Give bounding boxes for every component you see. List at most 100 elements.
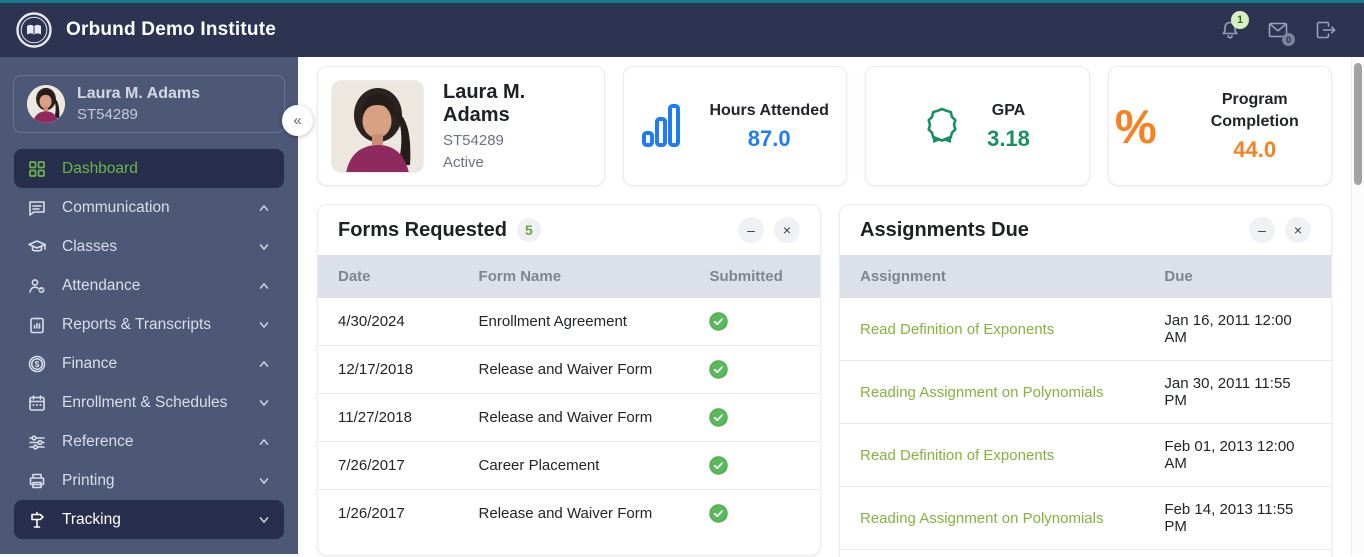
assignment-due: Jan 22, 2014 12:00 AM — [1144, 549, 1331, 557]
student-name: Laura M. Adams — [443, 81, 526, 126]
calendar-icon — [27, 393, 47, 413]
sidebar-item-attendance[interactable]: Attendance — [14, 266, 284, 305]
messages-envelope-icon[interactable]: 0 — [1266, 18, 1295, 46]
sidebar-item-label: Communication — [62, 198, 170, 216]
minimize-button[interactable]: – — [738, 217, 764, 243]
sidebar-item-reports-transcripts[interactable]: Reports & Transcripts — [14, 305, 284, 344]
sidebar-item-communication[interactable]: Communication — [14, 188, 284, 227]
sidebar-item-reference[interactable]: Reference — [14, 422, 284, 461]
table-row: Read Definition of Exponents Jan 16, 201… — [840, 298, 1331, 361]
signpost-icon — [27, 510, 47, 530]
sidebar-item-classes[interactable]: Classes — [14, 227, 284, 266]
form-date: 12/17/2018 — [318, 345, 459, 394]
assignment-due: Feb 01, 2013 12:00 AM — [1144, 423, 1331, 487]
check-circle-icon — [709, 360, 729, 379]
sidebar-item-label: Enrollment & Schedules — [62, 393, 228, 411]
close-button[interactable]: × — [1285, 217, 1311, 243]
scrollbar-track[interactable] — [1351, 57, 1364, 554]
stat-label: Hours Attended — [709, 102, 829, 120]
sidebar-item-label: Printing — [62, 471, 115, 489]
column-header-due: Due — [1144, 255, 1331, 298]
sidebar-item-label: Reports & Transcripts — [62, 315, 212, 333]
user-avatar — [27, 85, 65, 123]
chevron-down-icon — [257, 513, 271, 527]
chevron-up-icon — [257, 435, 271, 449]
stat-value: 44.0 — [1233, 136, 1277, 162]
institute-logo-icon — [16, 12, 52, 48]
sidebar-item-tracking[interactable]: Tracking — [14, 500, 284, 539]
assignment-link[interactable]: Read Definition of Exponents — [840, 549, 1145, 557]
table-row: 4/30/2024 Enrollment Agreement — [318, 298, 820, 346]
stats-row: Laura M. Adams ST54289 Active Hours Atte… — [317, 66, 1332, 186]
minimize-button[interactable]: – — [1249, 217, 1275, 243]
chevron-down-icon — [257, 318, 271, 332]
gpa-card: GPA 3.18 — [865, 66, 1090, 186]
sidebar-item-dashboard[interactable]: Dashboard — [14, 149, 284, 188]
table-row: Reading Assignment on Polynomials Feb 14… — [840, 486, 1331, 550]
sidebar-item-label: Tracking — [62, 510, 121, 528]
notifications-bell-icon[interactable]: 1 — [1218, 11, 1249, 42]
grid-icon — [27, 159, 47, 179]
notification-count-badge: 1 — [1231, 11, 1249, 29]
assignment-link[interactable]: Read Definition of Exponents — [840, 298, 1144, 361]
table-row: Read Definition of Exponents Feb 01, 201… — [840, 423, 1331, 487]
chevron-down-icon — [257, 240, 271, 254]
stat-value: 87.0 — [747, 125, 791, 151]
sidebar-collapse-button[interactable]: « — [282, 105, 313, 136]
stat-label: GPA — [991, 102, 1026, 120]
sliders-icon — [27, 432, 47, 452]
mail-count-badge: 0 — [1282, 33, 1295, 46]
assignment-link[interactable]: Read Definition of Exponents — [840, 423, 1145, 487]
assignments-due-panel: Assignments Due – × Assignment Due Read … — [839, 204, 1332, 557]
chevron-up-icon — [257, 201, 271, 215]
student-photo — [331, 79, 424, 173]
assignment-due: Feb 14, 2013 11:55 PM — [1144, 486, 1331, 550]
student-summary-card: Laura M. Adams ST54289 Active — [317, 66, 605, 186]
graduation-cap-icon — [27, 237, 47, 257]
student-status: Active — [443, 154, 484, 171]
column-header-assignment: Assignment — [840, 255, 1145, 298]
table-row: Read Definition of Exponents Jan 22, 201… — [840, 549, 1331, 557]
scrollbar-thumb[interactable] — [1354, 63, 1362, 185]
percent-icon: % — [1114, 99, 1157, 153]
form-name: Release and Waiver Form — [458, 489, 690, 537]
check-circle-icon — [709, 408, 729, 427]
sidebar-item-label: Classes — [62, 237, 118, 255]
sidebar-item-enrollment-schedules[interactable]: Enrollment & Schedules — [14, 383, 284, 422]
chat-bubble-icon — [27, 198, 47, 218]
forms-count-badge: 5 — [516, 218, 541, 242]
logout-icon[interactable] — [1314, 18, 1338, 42]
sidebar: Laura M. Adams ST54289 Dashboard Communi… — [0, 57, 298, 554]
stat-label: Program Completion — [1210, 91, 1299, 130]
close-button[interactable]: × — [774, 217, 800, 243]
sidebar-user-card[interactable]: Laura M. Adams ST54289 — [13, 75, 285, 133]
check-circle-icon — [709, 312, 729, 331]
assignment-link[interactable]: Reading Assignment on Polynomials — [840, 486, 1145, 550]
award-ribbon-icon — [925, 107, 959, 145]
panel-title: Forms Requested — [338, 218, 507, 241]
forms-requested-panel: Forms Requested 5 – × Date Form Name Sub… — [317, 204, 821, 556]
chevron-up-icon — [257, 357, 271, 371]
panel-title: Assignments Due — [860, 218, 1029, 241]
table-row: Reading Assignment on Polynomials Jan 30… — [840, 360, 1331, 424]
hours-attended-card: Hours Attended 87.0 — [623, 66, 848, 186]
form-date: 1/26/2017 — [318, 489, 459, 537]
sidebar-item-finance[interactable]: $ Finance — [14, 344, 284, 383]
person-check-icon — [27, 276, 47, 296]
form-name: Release and Waiver Form — [458, 345, 690, 394]
topbar: Orbund Demo Institute 1 0 — [0, 0, 1364, 57]
assignment-link[interactable]: Reading Assignment on Polynomials — [840, 360, 1145, 424]
sidebar-item-printing[interactable]: Printing — [14, 461, 284, 500]
table-row: 12/17/2018 Release and Waiver Form — [318, 345, 820, 394]
sidebar-menu: Dashboard Communication Classes Attendan… — [0, 149, 298, 539]
sidebar-item-label: Dashboard — [62, 159, 138, 177]
main-content: « Laura M. Adams ST54289 Active Hours At… — [282, 57, 1364, 557]
form-date: 11/27/2018 — [318, 393, 459, 442]
assignment-due: Jan 16, 2011 12:00 AM — [1164, 312, 1292, 346]
table-row: 7/26/2017 Career Placement — [318, 441, 820, 490]
assignments-table: Assignment Due Read Definition of Expone… — [840, 255, 1331, 557]
bar-chart-icon — [641, 103, 681, 149]
program-completion-card: % Program Completion 44.0 — [1107, 66, 1332, 186]
table-row: 1/26/2017 Release and Waiver Form — [318, 489, 820, 537]
form-date: 4/30/2024 — [338, 313, 405, 330]
